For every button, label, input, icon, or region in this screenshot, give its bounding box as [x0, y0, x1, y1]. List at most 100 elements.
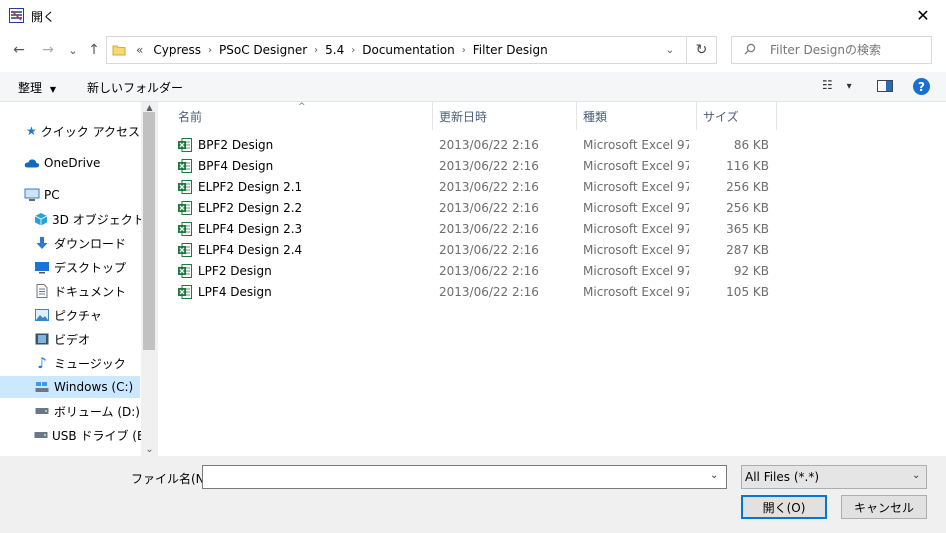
nav-item-onedrive[interactable]: OneDrive: [0, 152, 140, 174]
nav-item-label: ビデオ: [54, 332, 91, 347]
breadcrumb-separator[interactable]: ›: [206, 45, 214, 56]
file-date: 2013/06/22 2:16: [439, 201, 539, 215]
chevron-down-icon[interactable]: ⌄: [710, 470, 718, 481]
column-header-type[interactable]: 種類: [577, 102, 697, 130]
organize-label: 整理: [18, 81, 43, 95]
nav-item-downloads[interactable]: ダウンロード: [0, 232, 140, 254]
nav-item-label: 3D オブジェクト: [52, 212, 145, 227]
nav-item-label: ミュージック: [54, 356, 126, 371]
filename-field[interactable]: ⌄: [202, 465, 727, 489]
file-type-select[interactable]: All Files (*.*) ⌄: [741, 465, 927, 489]
file-name: LPF2 Design: [198, 264, 272, 278]
chevron-down-icon: ▼: [49, 85, 56, 94]
address-bar[interactable]: « Cypress › PSoC Designer › 5.4 › Docume…: [106, 36, 717, 64]
window-title: 開く: [31, 10, 56, 24]
file-row[interactable]: LPF2 Design 2013/06/22 2:16 Microsoft Ex…: [176, 261, 776, 282]
file-row[interactable]: ELPF4 Design 2.4 2013/06/22 2:16 Microso…: [176, 240, 776, 261]
nav-item-volume-d[interactable]: ボリューム (D:): [0, 400, 140, 422]
breadcrumb-item[interactable]: 5.4: [320, 43, 349, 57]
file-date: 2013/06/22 2:16: [439, 285, 539, 299]
nav-item-windows-c[interactable]: Windows (C:): [0, 376, 140, 398]
scroll-up-icon[interactable]: ▲: [141, 102, 158, 112]
search-icon: [744, 43, 756, 58]
organize-button[interactable]: 整理 ▼: [18, 79, 56, 96]
nav-item-3d-objects[interactable]: 3D オブジェクト: [0, 208, 145, 230]
file-row[interactable]: ELPF2 Design 2.2 2013/06/22 2:16 Microso…: [176, 198, 776, 219]
address-dropdown-button[interactable]: ⌄: [655, 36, 685, 64]
file-row[interactable]: BPF2 Design 2013/06/22 2:16 Microsoft Ex…: [176, 135, 776, 156]
breadcrumb-separator[interactable]: ›: [349, 45, 357, 56]
nav-item-label: OneDrive: [44, 156, 101, 170]
picture-icon: [34, 307, 50, 323]
up-button[interactable]: ↑: [83, 39, 105, 61]
file-type: Microsoft Excel 97...: [583, 222, 689, 236]
computer-icon: [24, 187, 40, 203]
file-type: Microsoft Excel 97...: [583, 285, 689, 299]
open-button[interactable]: 開く(O): [741, 495, 827, 519]
file-name: ELPF4 Design 2.4: [198, 243, 303, 257]
cancel-button[interactable]: キャンセル: [841, 495, 927, 519]
new-folder-button[interactable]: 新しいフォルダー: [87, 79, 183, 96]
breadcrumb-separator[interactable]: ›: [460, 45, 468, 56]
file-type: Microsoft Excel 97...: [583, 159, 689, 173]
file-size: 92 KB: [733, 264, 769, 278]
breadcrumb-overflow[interactable]: «: [131, 43, 148, 57]
file-row[interactable]: ELPF2 Design 2.1 2013/06/22 2:16 Microso…: [176, 177, 776, 198]
help-button[interactable]: ?: [913, 78, 930, 95]
drive-icon: [34, 403, 50, 419]
refresh-button[interactable]: ↻: [686, 36, 716, 64]
download-icon: [34, 235, 50, 251]
breadcrumb: « Cypress › PSoC Designer › 5.4 › Docume…: [131, 37, 553, 63]
breadcrumb-item[interactable]: PSoC Designer: [214, 43, 312, 57]
nav-item-desktop[interactable]: デスクトップ: [0, 256, 140, 278]
forward-button[interactable]: →: [37, 39, 59, 61]
file-size: 287 KB: [726, 243, 769, 257]
excel-file-icon: [178, 159, 192, 173]
column-header-date[interactable]: 更新日時: [433, 102, 577, 130]
view-list-icon: ☷: [822, 78, 833, 92]
file-row[interactable]: BPF4 Design 2013/06/22 2:16 Microsoft Ex…: [176, 156, 776, 177]
nav-item-videos[interactable]: ビデオ: [0, 328, 140, 350]
music-icon: ♪: [37, 354, 47, 372]
title-bar: 開く ✕: [0, 0, 946, 31]
close-button[interactable]: ✕: [900, 0, 946, 31]
file-row[interactable]: ELPF4 Design 2.3 2013/06/22 2:16 Microso…: [176, 219, 776, 240]
scroll-down-icon[interactable]: ⌄: [141, 442, 158, 456]
nav-scrollbar-thumb[interactable]: [143, 112, 155, 350]
search-input[interactable]: [770, 41, 928, 59]
file-size: 86 KB: [733, 138, 769, 152]
file-type: Microsoft Excel 97...: [583, 201, 689, 215]
breadcrumb-item[interactable]: Filter Design: [468, 43, 553, 57]
change-view-button[interactable]: ☷ ▾: [822, 78, 862, 96]
nav-item-quick-access[interactable]: ★ クイック アクセス: [0, 120, 140, 142]
excel-file-icon: [178, 285, 192, 299]
breadcrumb-separator[interactable]: ›: [312, 45, 320, 56]
nav-item-music[interactable]: ♪ ミュージック: [0, 352, 140, 374]
file-size: 256 KB: [726, 201, 769, 215]
recent-locations-button[interactable]: ⌄: [62, 39, 84, 61]
nav-item-label: ドキュメント: [54, 284, 127, 299]
file-type: Microsoft Excel 97...: [583, 264, 689, 278]
nav-item-documents[interactable]: ドキュメント: [0, 280, 140, 302]
column-header-size[interactable]: サイズ: [697, 102, 777, 130]
chevron-down-icon: ⌄: [912, 470, 921, 481]
breadcrumb-item[interactable]: Documentation: [357, 43, 460, 57]
document-icon: [34, 283, 50, 299]
preview-pane-icon[interactable]: [876, 78, 894, 94]
nav-item-label: ピクチャ: [54, 308, 102, 323]
nav-item-usb-e[interactable]: USB ドライブ (E:): [0, 424, 153, 446]
app-window-icon: [9, 8, 24, 23]
back-button[interactable]: ←: [8, 39, 30, 61]
search-box[interactable]: [731, 36, 932, 64]
file-row[interactable]: LPF4 Design 2013/06/22 2:16 Microsoft Ex…: [176, 282, 776, 303]
drive-icon: [34, 379, 50, 395]
nav-item-pc[interactable]: PC: [0, 184, 140, 206]
file-name: LPF4 Design: [198, 285, 272, 299]
file-name: ELPF2 Design 2.1: [198, 180, 303, 194]
cube-icon: [34, 211, 48, 227]
breadcrumb-item[interactable]: Cypress: [148, 43, 206, 57]
file-type: Microsoft Excel 97...: [583, 180, 689, 194]
file-date: 2013/06/22 2:16: [439, 159, 539, 173]
excel-file-icon: [178, 243, 192, 257]
nav-item-pictures[interactable]: ピクチャ: [0, 304, 140, 326]
